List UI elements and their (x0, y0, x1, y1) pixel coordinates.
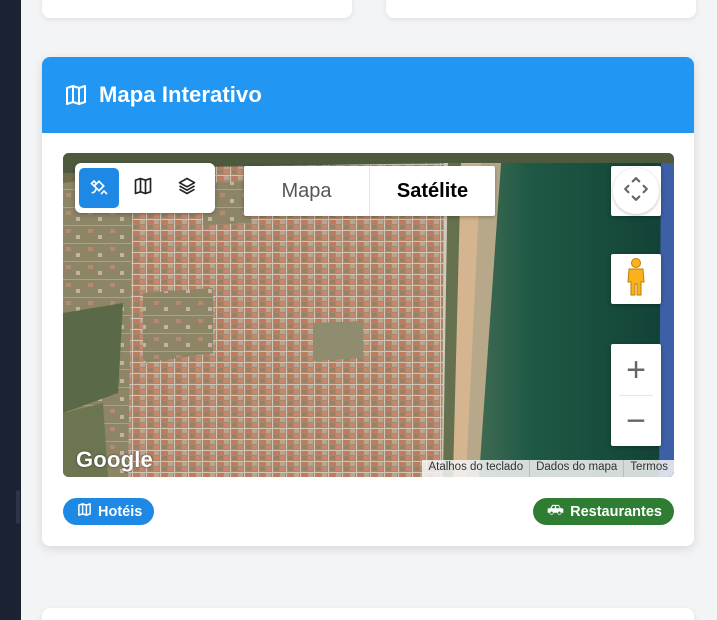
move-arrows-icon (623, 176, 649, 207)
hotels-badge[interactable]: Hotéis (63, 498, 155, 525)
previous-card-right (386, 0, 696, 18)
street-view-pegman-button[interactable] (611, 254, 661, 304)
card-title: Mapa Interativo (99, 82, 262, 107)
map-type-control: Mapa Satélite (244, 166, 495, 216)
zoom-control: + − (611, 344, 661, 446)
map-icon (133, 176, 153, 201)
map-data-link[interactable]: Dados do mapa (529, 460, 623, 477)
satellite-icon (89, 176, 109, 201)
satellite-view-button[interactable] (79, 168, 119, 208)
resize-handle[interactable] (16, 490, 20, 524)
pegman-icon (625, 257, 647, 301)
map-attribution: Atalhos do teclado Dados do mapa Termos (422, 460, 674, 477)
restaurants-badge[interactable]: Restaurantes (533, 498, 674, 525)
layers-button[interactable] (167, 168, 207, 208)
map-icon (77, 502, 92, 521)
dark-sidebar-edge (0, 0, 21, 620)
zoom-out-button[interactable]: − (611, 395, 661, 446)
hotels-badge-label: Hotéis (98, 503, 143, 520)
map-icon (64, 83, 88, 107)
previous-card-left (42, 0, 352, 18)
satellite-map[interactable]: Mapa Satélite + − Google Atalhos do tecl… (63, 153, 674, 477)
terms-link[interactable]: Termos (623, 460, 674, 477)
map-tools-toolbar (75, 163, 215, 213)
car-icon (547, 502, 564, 521)
google-logo: Google (76, 447, 153, 472)
interactive-map-card: Mapa Interativo Mapa Satélite + − Google… (42, 57, 694, 546)
restaurants-badge-label: Restaurantes (570, 503, 662, 520)
map-type-satellite-button[interactable]: Satélite (370, 166, 495, 216)
keyboard-shortcuts-link[interactable]: Atalhos do teclado (422, 460, 529, 477)
zoom-in-button[interactable]: + (611, 344, 661, 395)
layers-icon (177, 176, 197, 201)
camera-control-button[interactable] (611, 166, 661, 216)
card-header: Mapa Interativo (42, 57, 694, 133)
next-card (42, 608, 694, 620)
map-type-mapa-button[interactable]: Mapa (244, 166, 370, 216)
road-map-button[interactable] (123, 168, 163, 208)
